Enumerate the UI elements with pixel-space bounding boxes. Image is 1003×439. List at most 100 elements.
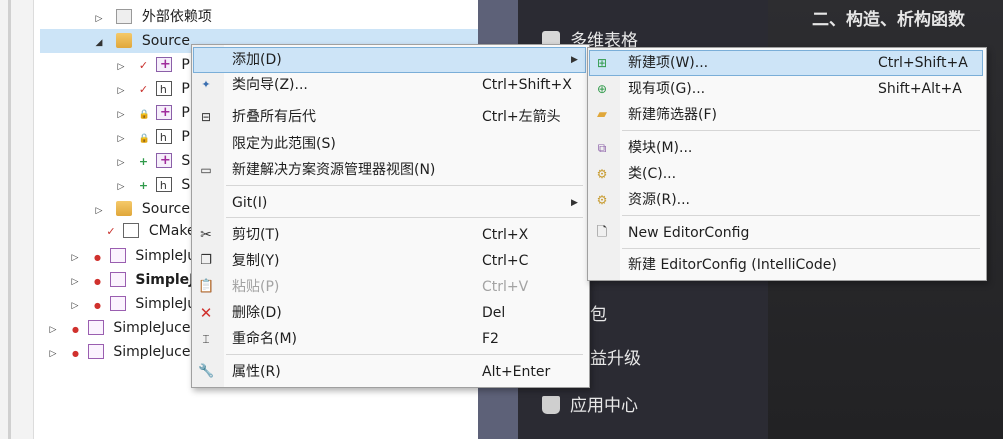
- tree-item-cmake[interactable]: ✓ CMake: [106, 219, 196, 243]
- new-filter-icon: ▰: [597, 107, 607, 122]
- error-dot-icon: ●: [93, 301, 101, 310]
- lock-icon: 🔒: [138, 134, 150, 144]
- error-dot-icon: ●: [71, 349, 79, 358]
- tree-item-project-1[interactable]: ▷ ● SimpleJuc: [68, 244, 204, 268]
- menu-item-properties[interactable]: 🔧 属性(R) Alt+Enter: [194, 360, 585, 384]
- cpp-file-icon: [155, 101, 172, 125]
- external-deps-icon: [116, 9, 133, 24]
- project-icon: [109, 272, 126, 287]
- submenu-arrow-icon: ▶: [571, 198, 578, 208]
- tree-item-external-deps[interactable]: ▷ 外部依赖项: [92, 5, 212, 29]
- cut-icon: ✂: [200, 227, 212, 243]
- tree-item-label: SimpleJucePl: [113, 344, 203, 360]
- project-icon: [109, 248, 126, 263]
- menu-item-paste[interactable]: 📋 粘贴(P) Ctrl+V: [194, 275, 585, 299]
- doc-heading: 二、构造、析构函数: [812, 10, 965, 30]
- dark-item-upgrade[interactable]: 益升级: [590, 344, 641, 369]
- cpp-file-icon: [155, 149, 172, 173]
- expand-arrow-icon[interactable]: ▷: [114, 151, 128, 175]
- new-view-icon: ▭: [200, 163, 212, 177]
- menu-item-cut[interactable]: ✂ 剪切(T) Ctrl+X: [194, 223, 585, 247]
- submenu-item-resource[interactable]: ⚙ 资源(R)...: [590, 188, 982, 212]
- class-wizard-icon: ✦: [201, 78, 211, 91]
- submenu-item-editorconfig[interactable]: 🗋 New EditorConfig: [590, 221, 982, 245]
- expand-arrow-icon[interactable]: ▷: [92, 7, 106, 31]
- dark-item-app-center[interactable]: 应用中心: [542, 391, 638, 416]
- filter-icon: [116, 33, 133, 48]
- collapse-icon: ⊟: [200, 110, 212, 124]
- menu-item-rename[interactable]: ⌶ 重命名(M) F2: [194, 327, 585, 351]
- delete-icon: ✕: [199, 304, 213, 322]
- submenu-arrow-icon: ▶: [571, 55, 578, 65]
- menu-separator: [226, 354, 583, 355]
- expand-arrow-icon[interactable]: ▷: [46, 342, 60, 366]
- menu-separator: [226, 185, 583, 186]
- tree-gutter: [0, 0, 34, 439]
- bag-icon: [542, 396, 560, 414]
- tree-item-label: Source: [141, 33, 190, 49]
- checked-in-icon: ✓: [138, 59, 149, 72]
- project-icon: [87, 320, 104, 335]
- expand-arrow-icon[interactable]: ▷: [68, 270, 82, 294]
- expand-arrow-icon[interactable]: ▷: [114, 79, 128, 103]
- tree-item-project-4[interactable]: ▷ ● SimpleJucePl: [46, 316, 203, 340]
- menu-item-new-view[interactable]: ▭ 新建解决方案资源管理器视图(N): [194, 158, 585, 182]
- module-icon: ⧉: [597, 141, 607, 155]
- added-icon: +: [138, 155, 149, 168]
- submenu-item-new-item[interactable]: ⊞ 新建项(W)... Ctrl+Shift+A: [589, 50, 983, 76]
- menu-separator: [622, 215, 980, 216]
- expand-arrow-icon[interactable]: ▷: [114, 127, 128, 151]
- submenu-item-class[interactable]: ⚙ 类(C)...: [590, 162, 982, 186]
- lock-icon: 🔒: [138, 110, 150, 120]
- class-icon: ⚙: [596, 167, 608, 181]
- menu-item-scope[interactable]: 限定为此范围(S): [194, 132, 585, 156]
- context-menu: 添加(D) ▶ ✦ 类向导(Z)... Ctrl+Shift+X ⊟ 折叠所有后…: [191, 44, 590, 388]
- rename-icon: ⌶: [202, 332, 210, 346]
- menu-item-copy[interactable]: ❐ 复制(Y) Ctrl+C: [194, 249, 585, 273]
- project-icon: [109, 296, 126, 311]
- resource-icon: ⚙: [596, 193, 608, 207]
- menu-separator: [226, 217, 583, 218]
- tree-item-label: CMake: [148, 223, 196, 239]
- menu-item-git[interactable]: Git(I) ▶: [194, 191, 585, 215]
- menu-item-collapse-all[interactable]: ⊟ 折叠所有后代 Ctrl+左箭头: [194, 105, 585, 129]
- added-icon: +: [138, 179, 149, 192]
- tree-item-label: 外部依赖项: [141, 9, 212, 25]
- expand-arrow-icon[interactable]: ▷: [114, 55, 128, 79]
- submenu-item-editorconfig-intellicode[interactable]: 新建 EditorConfig (IntelliCode): [590, 253, 982, 277]
- expand-arrow-icon[interactable]: ▷: [114, 175, 128, 199]
- gutter-line: [8, 0, 11, 439]
- checked-in-icon: ✓: [138, 83, 149, 96]
- cpp-file-icon: [155, 53, 172, 77]
- submenu-item-module[interactable]: ⧉ 模块(M)...: [590, 136, 982, 160]
- expand-arrow-icon[interactable]: ▷: [46, 318, 60, 342]
- expand-arrow-icon[interactable]: ▷: [68, 246, 82, 270]
- editorconfig-icon: 🗋: [596, 225, 608, 240]
- copy-icon: ❐: [200, 253, 212, 268]
- expand-arrow-icon[interactable]: ▷: [114, 103, 128, 127]
- filter-icon: [116, 201, 133, 216]
- collapse-arrow-icon[interactable]: ◢: [92, 31, 106, 55]
- submenu-item-existing-item[interactable]: ⊕ 现有项(G)... Shift+Alt+A: [590, 77, 982, 101]
- project-icon: [87, 344, 104, 359]
- submenu-item-new-filter[interactable]: ▰ 新建筛选器(F): [590, 103, 982, 127]
- error-dot-icon: ●: [71, 325, 79, 334]
- header-file-icon: [155, 174, 172, 198]
- menu-item-class-wizard[interactable]: ✦ 类向导(Z)... Ctrl+Shift+X: [194, 73, 585, 97]
- error-dot-icon: ●: [93, 277, 101, 286]
- menu-separator: [622, 130, 980, 131]
- expand-arrow-icon[interactable]: ▷: [92, 199, 106, 223]
- new-item-icon: ⊞: [596, 56, 608, 70]
- menu-item-delete[interactable]: ✕ 删除(D) Del: [194, 301, 585, 325]
- header-file-icon: [155, 126, 172, 150]
- expand-arrow-icon[interactable]: ▷: [68, 294, 82, 318]
- tree-item-project-3[interactable]: ▷ ● SimpleJuc: [68, 292, 204, 316]
- menu-item-add[interactable]: 添加(D) ▶: [193, 47, 586, 73]
- header-file-icon: [155, 78, 172, 102]
- tree-item-label: Source: [141, 201, 190, 217]
- tree-item-source-2[interactable]: ▷ Source: [92, 197, 190, 221]
- dark-item-package[interactable]: 包: [590, 300, 607, 325]
- tree-item-project-5[interactable]: ▷ ● SimpleJucePl: [46, 340, 203, 364]
- paste-icon: 📋: [198, 279, 215, 294]
- wrench-icon: 🔧: [198, 364, 215, 379]
